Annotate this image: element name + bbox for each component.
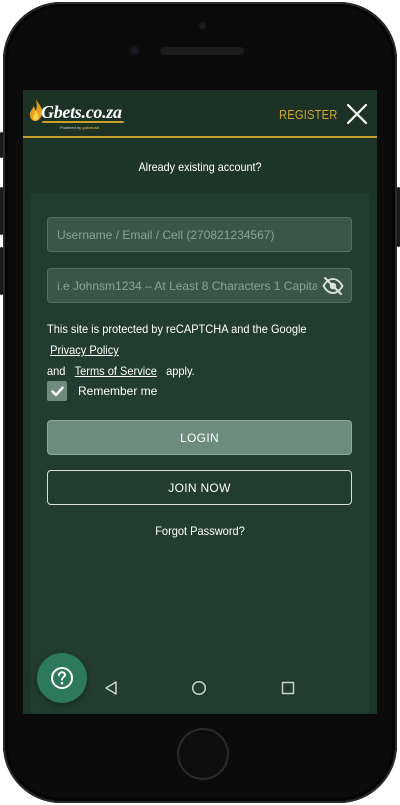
logo-powered-by: Powered by goldrush [60,125,100,130]
volume-up-button [0,187,3,235]
captcha-text-apply: apply. [166,364,195,378]
username-input[interactable] [48,218,351,251]
terms-of-service-link[interactable]: Terms of Service [75,364,157,378]
checkmark-icon [50,386,64,396]
proximity-sensor [199,22,206,29]
volume-down-button [0,247,3,295]
privacy-policy-link[interactable]: Privacy Policy [50,343,119,357]
question-circle-icon [51,667,73,689]
remember-me-checkbox[interactable] [47,381,67,401]
triangle-back-icon[interactable] [103,680,119,696]
earpiece-speaker [160,47,244,55]
square-recent-icon[interactable] [280,680,296,696]
login-subtitle: Already existing account? [138,160,262,174]
front-camera [129,45,140,56]
remember-me-label: Remember me [78,384,158,398]
username-field[interactable] [47,217,352,252]
logo-swoosh [42,121,124,123]
password-field[interactable] [47,268,352,303]
remember-me-row[interactable]: Remember me [47,381,157,401]
logo-text: Gbets.co.za [41,102,122,122]
gbets-logo[interactable]: Gbets.co.za Powered by goldrush [28,98,138,132]
close-icon[interactable] [346,103,368,125]
mute-switch [0,132,3,158]
circle-home-icon[interactable] [191,680,207,696]
forgot-password-link[interactable]: Forgot Password? [37,524,363,538]
captcha-text-and: and [47,364,66,378]
login-button[interactable]: LOGIN [47,420,352,455]
join-now-button[interactable]: JOIN NOW [47,470,352,505]
password-input[interactable] [48,269,351,302]
eye-slash-icon[interactable] [322,277,344,295]
top-bar: Gbets.co.za Powered by goldrush REGISTER [23,90,377,138]
captcha-text: This site is protected by reCAPTCHA and … [47,322,307,336]
phone-home-button[interactable] [177,728,229,780]
register-link[interactable]: REGISTER [279,107,338,122]
app-screen: Gbets.co.za Powered by goldrush REGISTER… [23,90,377,714]
help-button[interactable] [37,653,87,703]
recaptcha-notice: This site is protected by reCAPTCHA and … [47,319,332,382]
